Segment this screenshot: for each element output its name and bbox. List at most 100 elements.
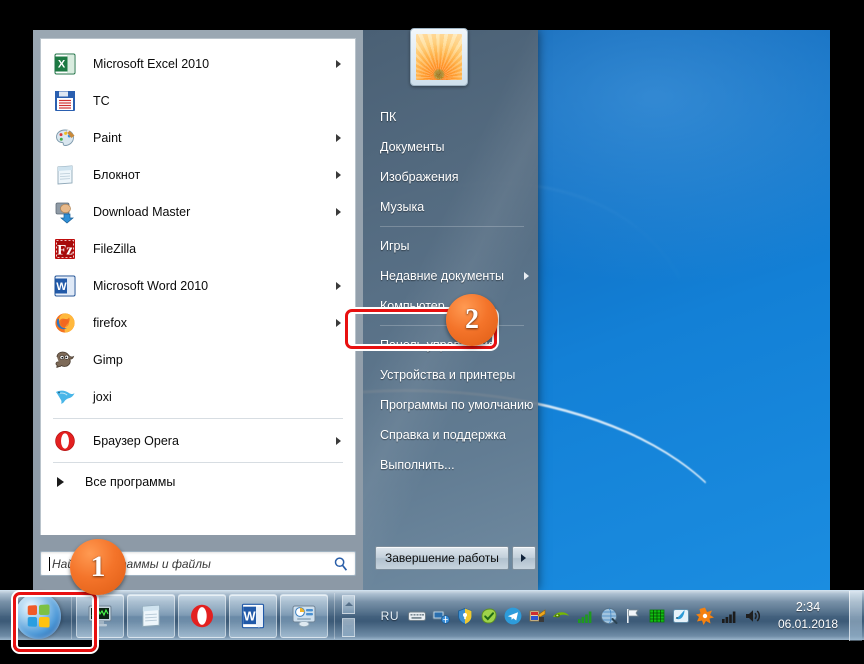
program-item-paint[interactable]: Paint: [41, 119, 355, 156]
text-caret: [49, 556, 50, 571]
program-item-gimp[interactable]: Gimp: [41, 341, 355, 378]
bird-icon[interactable]: [671, 606, 691, 626]
submenu-arrow-icon: [336, 170, 341, 179]
all-programs-label: Все программы: [85, 475, 176, 489]
shutdown-options-button[interactable]: [511, 546, 536, 570]
avast-icon[interactable]: [695, 606, 715, 626]
program-item-filezilla[interactable]: Fz FileZilla: [41, 230, 355, 267]
svg-text:W: W: [56, 280, 67, 292]
word-icon: W: [54, 275, 76, 296]
right-item-music[interactable]: Музыка: [363, 192, 538, 222]
program-item-label: Microsoft Excel 2010: [93, 56, 210, 71]
utility-icon[interactable]: [527, 606, 547, 626]
signal-bars-icon[interactable]: [719, 606, 739, 626]
svg-text:Fz: Fz: [57, 242, 73, 258]
right-item-run[interactable]: Выполнить...: [363, 450, 538, 480]
taskbar-item-notepad[interactable]: [127, 593, 175, 638]
svg-text:X: X: [58, 58, 66, 70]
telegram-icon[interactable]: [503, 606, 523, 626]
download-master-icon: [53, 200, 77, 224]
search-icon[interactable]: [333, 556, 349, 572]
all-programs-arrow-icon: [57, 477, 64, 487]
excel-icon: X: [53, 52, 77, 76]
all-programs-button[interactable]: Все программы: [41, 466, 355, 498]
program-item-tc[interactable]: TC: [41, 82, 355, 119]
annotation-badge-number: 2: [465, 304, 479, 335]
taskbar-scroll-up-button[interactable]: [342, 594, 355, 614]
language-indicator[interactable]: RU: [381, 609, 399, 623]
programs-separator: [53, 462, 343, 463]
right-item-label: Выполнить...: [380, 458, 455, 472]
clock[interactable]: 2:34 06.01.2018: [771, 599, 845, 632]
flag-icon[interactable]: [623, 606, 643, 626]
paint-icon: [53, 126, 77, 150]
programs-list: X Microsoft Excel 2010 TC Paint Блокнот …: [40, 38, 356, 535]
submenu-arrow-icon: [524, 272, 529, 280]
highlight-box-start-button: [13, 592, 97, 652]
firefox-icon: [55, 312, 75, 333]
signal-bars-icon[interactable]: [575, 606, 595, 626]
program-item-opera[interactable]: Браузер Opera: [41, 422, 355, 459]
user-picture[interactable]: [410, 28, 468, 86]
program-item-label: Браузер Opera: [93, 433, 179, 448]
program-item-label: joxi: [93, 389, 112, 404]
submenu-arrow-icon: [336, 281, 341, 290]
green-grid-icon[interactable]: [647, 606, 667, 626]
right-item-games[interactable]: Игры: [363, 231, 538, 261]
program-item-download-master[interactable]: Download Master: [41, 193, 355, 230]
program-item-label: TC: [93, 93, 110, 108]
security-shield-icon[interactable]: [455, 606, 475, 626]
program-item-firefox[interactable]: firefox: [41, 304, 355, 341]
program-item-notepad[interactable]: Блокнот: [41, 156, 355, 193]
right-item-pictures[interactable]: Изображения: [363, 162, 538, 192]
right-item-label: Игры: [380, 239, 410, 253]
right-item-default-programs[interactable]: Программы по умолчанию: [363, 390, 538, 420]
taskbar: W RU 2:34 06.01.2018: [0, 590, 864, 641]
program-item-joxi[interactable]: joxi: [41, 378, 355, 415]
taskbar-item-opera[interactable]: [178, 593, 226, 638]
annotation-badge-number: 1: [90, 550, 106, 583]
green-check-icon[interactable]: [479, 606, 499, 626]
notepad-icon: [53, 163, 77, 187]
clock-time: 2:34: [795, 599, 821, 614]
svg-text:W: W: [243, 608, 256, 623]
right-item-help-and-support[interactable]: Справка и поддержка: [363, 420, 538, 450]
taskbar-item-control-panel[interactable]: [280, 593, 328, 638]
right-item-label: Справка и поддержка: [380, 428, 506, 442]
right-item-recent-documents[interactable]: Недавние документы: [363, 261, 538, 291]
right-item-devices-and-printers[interactable]: Устройства и принтеры: [363, 360, 538, 390]
network-share-icon[interactable]: [431, 606, 451, 626]
annotation-badge-2: 2: [446, 294, 498, 346]
chevron-right-icon: [521, 554, 527, 562]
right-pane-separator: [380, 226, 524, 227]
taskbar-scroll[interactable]: [342, 594, 355, 637]
clock-date: 06.01.2018: [777, 616, 839, 631]
annotation-badge-1: 1: [70, 539, 126, 595]
program-item-label: Download Master: [93, 204, 191, 219]
total-commander-icon: [53, 89, 77, 113]
right-item-label: Документы: [380, 140, 445, 154]
keyboard-icon[interactable]: [407, 606, 427, 626]
submenu-arrow-icon: [336, 133, 341, 142]
volume-icon[interactable]: [743, 606, 763, 626]
nvidia-icon[interactable]: [551, 606, 571, 626]
taskbar-item-microsoft-word[interactable]: W: [229, 593, 277, 638]
shutdown-button[interactable]: Завершение работы: [375, 546, 509, 570]
right-item-documents[interactable]: Документы: [363, 132, 538, 162]
program-item-label: FileZilla: [93, 241, 137, 256]
program-item-word[interactable]: W Microsoft Word 2010: [41, 267, 355, 304]
submenu-arrow-icon: [336, 318, 341, 327]
shutdown-controls: Завершение работы: [375, 546, 536, 570]
program-item-label: Блокнот: [93, 167, 141, 182]
taskbar-divider: [334, 592, 335, 639]
show-desktop-button[interactable]: [849, 590, 862, 641]
globe-icon[interactable]: [599, 606, 619, 626]
joxi-icon: [56, 390, 75, 404]
program-item-label: Gimp: [93, 352, 123, 367]
program-item-label: firefox: [93, 315, 128, 330]
flower-avatar-icon: [416, 34, 462, 80]
taskbar-scroll-down-button[interactable]: [342, 617, 355, 637]
right-item-pk[interactable]: ПК: [363, 102, 538, 132]
program-item-excel[interactable]: X Microsoft Excel 2010: [41, 45, 355, 82]
submenu-arrow-icon: [336, 59, 341, 68]
